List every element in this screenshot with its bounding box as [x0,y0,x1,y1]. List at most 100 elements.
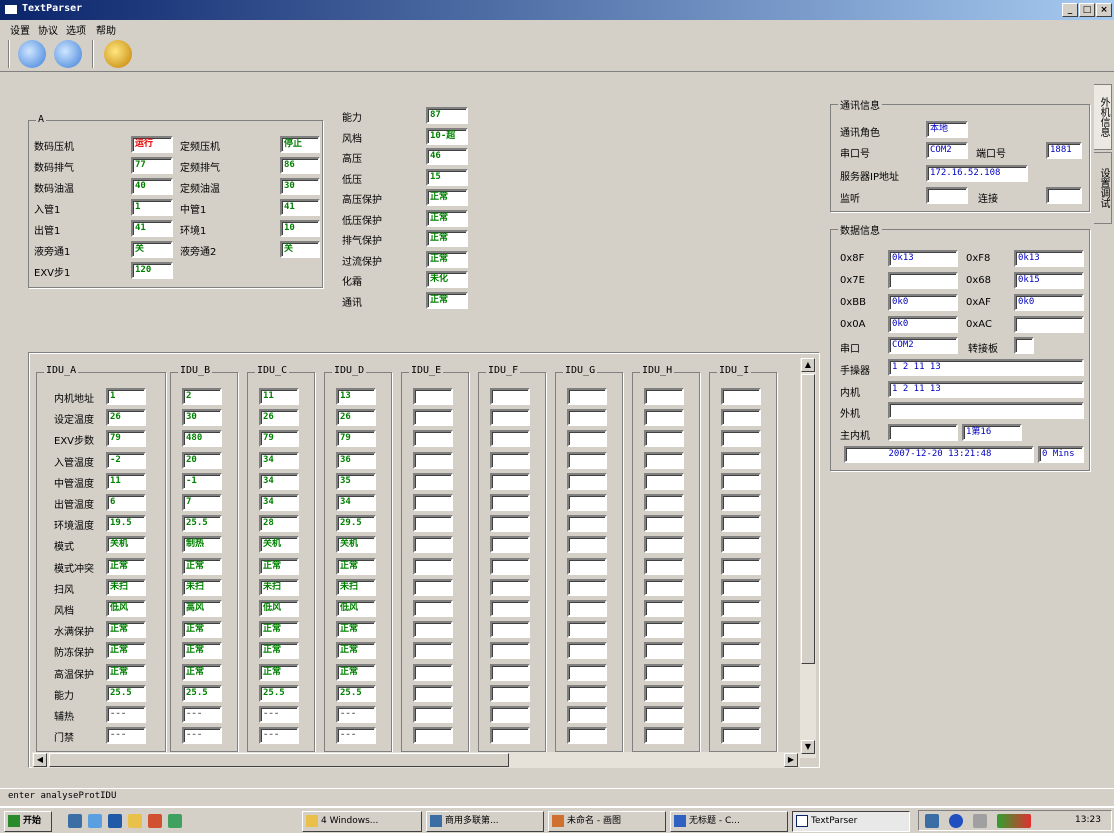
outdoor-label: 液旁通1 [34,247,71,258]
start-button[interactable]: 开始 [4,811,52,832]
idu-value: 正常 [182,557,222,575]
server-ip-input[interactable]: 172.16.52.108 [926,165,1028,182]
start-label: 开始 [23,816,42,826]
elapsed-mins: 0 Mins [1038,446,1084,463]
browser-icon[interactable] [108,814,122,828]
idu-column-title: IDU_I [717,365,752,376]
scroll-down-button[interactable]: ▼ [801,740,815,754]
convert-board-check[interactable] [1014,337,1034,354]
listen-field[interactable] [926,187,968,204]
connect-field[interactable] [1046,187,1082,204]
scroll-thumb-vertical[interactable] [801,374,815,664]
ie-icon[interactable] [68,814,82,828]
outdoor-value: 1 [131,199,173,216]
data-addr-label: 0xAF [966,297,991,308]
idu-value: 正常 [259,663,299,681]
idu-value [413,684,453,702]
idu-value: 正常 [336,621,376,639]
port-select[interactable]: COM2 [926,142,968,159]
tray-network-icon[interactable] [925,814,939,828]
outdoor-value: 停止 [280,136,320,153]
idu-value [721,663,761,681]
menu-settings[interactable]: 设置 [10,22,30,37]
help-icon[interactable] [104,40,132,68]
outdoor-value: 10 [280,220,320,237]
outdoor-value: 运行 [131,136,173,153]
idu-value: --- [182,727,222,745]
window-title: TextParser [22,3,83,14]
outdoor-value: 15 [426,168,468,186]
idu-value: --- [336,706,376,723]
menu-help[interactable]: 帮助 [96,22,116,37]
zoom-out-icon[interactable] [54,40,82,68]
task-untitled[interactable]: 无标题 - C... [670,811,788,832]
tray-volume-icon[interactable] [973,814,987,828]
scroll-left-button[interactable]: ◀ [33,753,47,767]
outdoor-label: 入管1 [34,205,61,216]
tab-debug-settings[interactable]: 设置调试 [1094,152,1112,224]
minimize-button[interactable]: _ [1062,3,1078,17]
task-textparser[interactable]: TextParser [792,811,910,832]
tab-outdoor-info[interactable]: 外机信息 [1094,84,1112,150]
tool-quick-icon[interactable] [168,814,182,828]
scroll-up-button[interactable]: ▲ [801,358,815,372]
menu-options[interactable]: 选项 [66,22,86,37]
idu-column-title: IDU_G [563,365,598,376]
idu-value [644,472,684,490]
explorer-icon[interactable] [88,814,102,828]
task-paint[interactable]: 未命名 - 画图 [548,811,666,832]
comm-role-value[interactable]: 本地 [926,121,968,138]
app-quick-icon[interactable] [148,814,162,828]
outdoor-label: 数码压机 [34,142,74,153]
idu-value [721,515,761,533]
data-addr-value: 0k13 [1014,250,1084,267]
scroll-right-button[interactable]: ▶ [784,753,798,767]
idu-value: 34 [259,494,299,511]
system-tray: 13:23 [918,810,1112,831]
idu-value [567,706,607,723]
idu-value: 1 [106,388,146,405]
idu-value: 6 [106,494,146,511]
data-addr-value: 0k0 [888,294,958,311]
idu-value [490,684,530,702]
idu-value: 2 [182,388,222,405]
idu-value: 34 [259,472,299,490]
idu-value [567,451,607,469]
task-doc[interactable]: 商用多联第... [426,811,544,832]
outdoor-label: 高压 [342,154,362,165]
close-button[interactable]: × [1096,3,1112,17]
outdoor-value: 正常 [426,189,468,206]
idu-horizontal-scrollbar[interactable]: ◀ ▶ [32,752,800,768]
comm-group-title: 通讯信息 [838,97,882,112]
toolbar [0,36,1114,72]
serial-value[interactable]: COM2 [888,337,958,354]
idu-value: 正常 [106,663,146,681]
tray-app-icon[interactable] [997,814,1031,828]
idu-value: 正常 [106,621,146,639]
idu-value [644,557,684,575]
zoom-in-icon[interactable] [18,40,46,68]
maximize-button[interactable]: □ [1079,3,1095,17]
netport-input[interactable]: 1881 [1046,142,1082,159]
menu-protocol[interactable]: 协议 [38,22,58,37]
idu-value: 35 [336,472,376,490]
folder-icon[interactable] [128,814,142,828]
data-addr-value [1014,316,1084,333]
outdoor-value: 正常 [426,250,468,268]
idu-value: 正常 [182,663,222,681]
task-windows[interactable]: 4 Windows... [302,811,422,832]
tray-security-icon[interactable] [949,814,963,828]
data-addr-label: 0xBB [840,297,867,308]
idu-value [567,642,607,660]
idu-value [644,451,684,469]
idu-column-title: IDU_A [44,365,79,376]
taskbar: 开始 4 Windows... 商用多联第... 未命名 - 画图 无标题 - … [0,806,1114,833]
scroll-thumb-horizontal[interactable] [49,753,509,767]
idu-value [721,409,761,427]
idu-value: 未扫 [106,578,146,596]
idu-value: --- [336,727,376,745]
idu-value [490,430,530,448]
idu-vertical-scrollbar[interactable]: ▲ ▼ [800,358,816,758]
idu-value: 正常 [259,557,299,575]
idu-value: 25.5 [182,515,222,533]
